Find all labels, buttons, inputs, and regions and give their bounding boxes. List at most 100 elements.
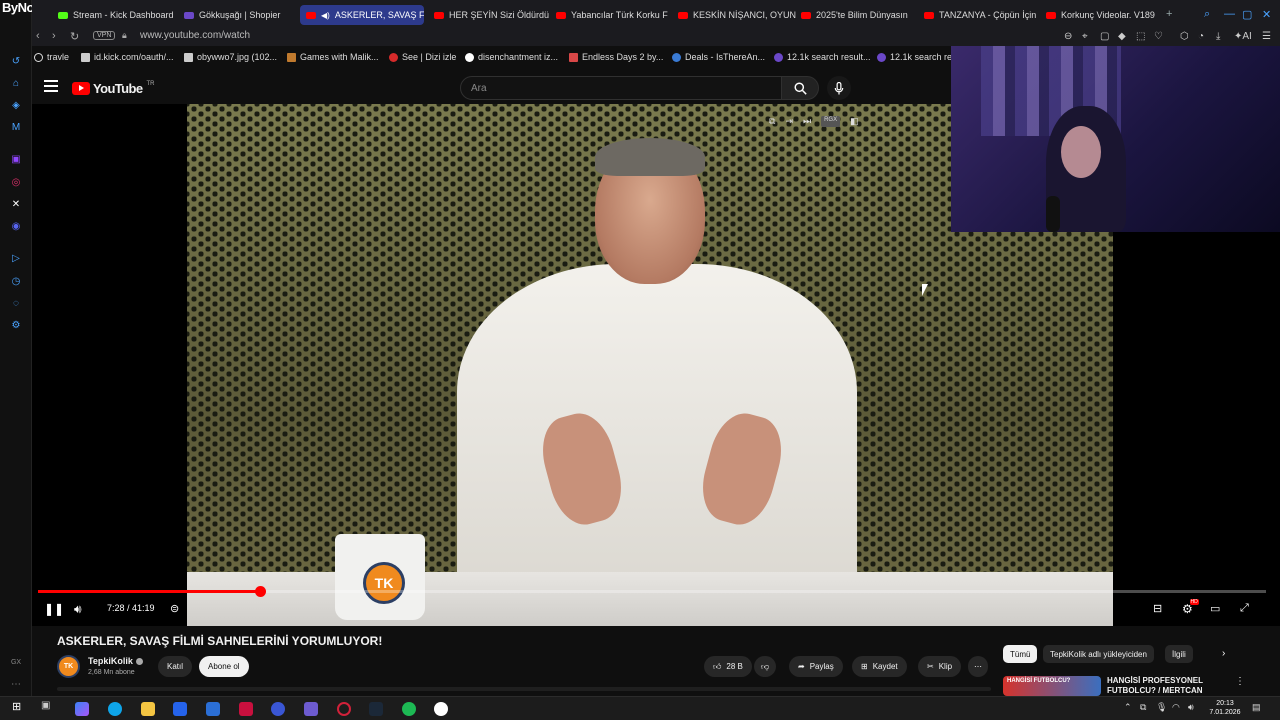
description-box[interactable] xyxy=(57,687,991,691)
chip-all[interactable]: Tümü xyxy=(1003,645,1038,663)
save-button[interactable]: ⊞ Kaydet xyxy=(852,656,907,677)
voice-search-button[interactable] xyxy=(827,76,851,100)
recommended-title[interactable]: HANGİSİ PROFESYONEL FUTBOLCU? / MERTCAN xyxy=(1107,676,1217,696)
vpn-badge[interactable]: VPN xyxy=(93,31,116,40)
player-icon[interactable]: ▷ xyxy=(9,251,23,265)
overlay-badge[interactable]: RGX xyxy=(821,116,841,127)
ai-assistant-icon[interactable]: ✦AI xyxy=(1234,31,1252,42)
copilot-icon[interactable] xyxy=(75,702,89,716)
bookmark-item[interactable]: id.kick.com/oauth/... xyxy=(81,52,174,62)
clip-button[interactable]: ✂ Klip xyxy=(918,656,962,677)
pin-icon[interactable]: ⌖ xyxy=(1082,31,1088,42)
chapter-icon[interactable]: ⊜ xyxy=(170,602,179,615)
edge-icon[interactable] xyxy=(108,702,122,716)
search-input[interactable]: Ara xyxy=(460,76,783,100)
volume-icon[interactable]: 🔊︎ xyxy=(74,602,82,617)
tab-video[interactable]: Yabancılar Türk Korku F xyxy=(550,5,674,25)
shield-icon[interactable]: ◆ xyxy=(1118,31,1126,42)
windows-start-icon[interactable]: ⊞ xyxy=(12,700,26,714)
bookmark-item[interactable]: Endless Days 2 by... xyxy=(569,52,663,62)
screenshot-icon[interactable]: ▢ xyxy=(1100,31,1109,42)
skip-icon[interactable]: ⏭ xyxy=(803,116,811,127)
more-icon[interactable]: ⋯ xyxy=(9,677,23,691)
clock-date[interactable]: 7.01.2026 xyxy=(1207,709,1243,716)
speaker-icon[interactable]: 🔊︎ xyxy=(1188,702,1194,713)
theater-mode-icon[interactable]: ▭ xyxy=(1210,602,1220,615)
account-icon[interactable]: ◔ xyxy=(1198,31,1204,42)
heart-icon[interactable]: ♡ xyxy=(1154,31,1163,42)
steam-icon[interactable] xyxy=(369,702,383,716)
share-button[interactable]: ➦ Paylaş xyxy=(789,656,843,677)
tab-video[interactable]: KESKİN NİŞANCI, OYUN xyxy=(672,5,796,25)
bookmark-item[interactable]: Games with Malik... xyxy=(287,52,379,62)
minimize-icon[interactable]: — xyxy=(1224,8,1235,20)
channel-avatar[interactable]: TK xyxy=(57,655,80,678)
gx-icon[interactable]: GX xyxy=(9,655,23,669)
close-icon[interactable]: ✕ xyxy=(1262,8,1271,21)
lock-icon[interactable]: 🔒︎ xyxy=(122,30,127,41)
tab-video[interactable]: HER ŞEYİN Sizi Öldürdü xyxy=(428,5,552,25)
search-tabs-icon[interactable]: ⌕ xyxy=(1204,8,1210,21)
zoom-icon[interactable]: ⊖ xyxy=(1064,31,1072,42)
instagram-icon[interactable]: ◎ xyxy=(9,175,23,189)
url-field[interactable]: www.youtube.com/watch xyxy=(140,30,250,41)
tab-kick-dashboard[interactable]: Stream - Kick Dashboard xyxy=(52,5,198,25)
download-icon[interactable]: ⤓ xyxy=(1216,31,1220,42)
twitch-icon[interactable]: ▣ xyxy=(9,152,23,166)
reload-icon[interactable]: ↻ xyxy=(70,30,79,43)
maximize-icon[interactable]: ▢ xyxy=(1242,8,1252,21)
pip-icon[interactable]: ◧ xyxy=(850,116,859,127)
app-icon[interactable] xyxy=(271,702,285,716)
youtube-logo[interactable]: YouTube TR xyxy=(72,81,154,96)
dislike-button[interactable]: 👎︎ xyxy=(754,656,777,677)
navigation-icon[interactable]: ↺ xyxy=(9,54,23,68)
subtitles-icon[interactable]: ⊟ xyxy=(1153,602,1162,615)
network-icon[interactable]: ⧉ xyxy=(1140,702,1146,713)
discord-icon[interactable]: ◉ xyxy=(9,219,23,233)
pause-icon[interactable]: ❚❚ xyxy=(44,602,64,616)
tab-video[interactable]: TANZANYA - Çöpün İçin xyxy=(918,5,1042,25)
opera-gx-icon[interactable] xyxy=(337,702,351,716)
recommended-thumbnail[interactable]: HANGİSİ FUTBOLCU? xyxy=(1003,676,1101,696)
bookmark-item[interactable]: See | Dizi izle xyxy=(389,52,456,62)
x-icon[interactable]: ✕ xyxy=(9,197,23,211)
task-view-icon[interactable]: ▣ xyxy=(41,700,55,714)
settings-icon[interactable]: ⚙ xyxy=(9,318,23,332)
bookmark-item[interactable]: travle xyxy=(34,52,69,62)
notification-icon[interactable]: ▤ xyxy=(1252,702,1261,713)
chevron-up-icon[interactable]: ⌃ xyxy=(1124,702,1132,713)
new-tab-icon[interactable]: + xyxy=(1166,8,1172,20)
bookmark-item[interactable]: disenchantment iz... xyxy=(465,52,558,62)
file-explorer-icon[interactable] xyxy=(141,702,155,716)
subscribe-button[interactable]: Abone ol xyxy=(199,656,249,677)
menu-icon[interactable]: ☰ xyxy=(1262,31,1271,42)
settings-icon[interactable]: ⚙ HD xyxy=(1182,599,1199,616)
clock-time[interactable]: 20:13 xyxy=(1207,700,1243,707)
more-actions-button[interactable]: ⋯ xyxy=(968,656,988,677)
tab-shopier[interactable]: Gökkuşağı | Shopier xyxy=(178,5,308,25)
popout-icon[interactable]: ⧉ xyxy=(769,116,775,127)
ai-icon[interactable]: ◈ xyxy=(9,98,23,112)
bookmark-item[interactable]: 12.1k search result... xyxy=(774,52,871,62)
hamburger-menu-icon[interactable] xyxy=(44,80,58,92)
snapshot-icon[interactable]: ◌ xyxy=(9,296,23,310)
progress-bar[interactable] xyxy=(38,586,1266,597)
mic-tray-icon[interactable]: 🎙︎ xyxy=(1156,702,1167,713)
like-button[interactable]: 👍︎ 28 B xyxy=(704,656,752,677)
history-icon[interactable]: ◷ xyxy=(9,274,23,288)
messenger-icon[interactable]: M xyxy=(9,120,23,134)
mail-icon[interactable] xyxy=(206,702,220,716)
bookmark-item[interactable]: Deals - IsThereAn... xyxy=(672,52,765,62)
app-icon[interactable] xyxy=(239,702,253,716)
bookmark-item[interactable]: 12.1k search res xyxy=(877,52,957,62)
channel-name[interactable]: TepkiKolik xyxy=(88,656,143,666)
enter-icon[interactable]: ⇥ xyxy=(785,116,793,127)
tab-video[interactable]: Korkunç Videolar. V189 xyxy=(1040,5,1164,25)
obs-icon[interactable] xyxy=(434,702,448,716)
app-icon[interactable] xyxy=(304,702,318,716)
search-button[interactable] xyxy=(781,76,819,100)
join-button[interactable]: Katıl xyxy=(158,656,193,677)
wifi-icon[interactable]: ◠ xyxy=(1172,702,1180,713)
more-vert-icon[interactable]: ⋮ xyxy=(1235,676,1245,687)
tab-video[interactable]: 2025'te Bilim Dünyasın xyxy=(795,5,919,25)
